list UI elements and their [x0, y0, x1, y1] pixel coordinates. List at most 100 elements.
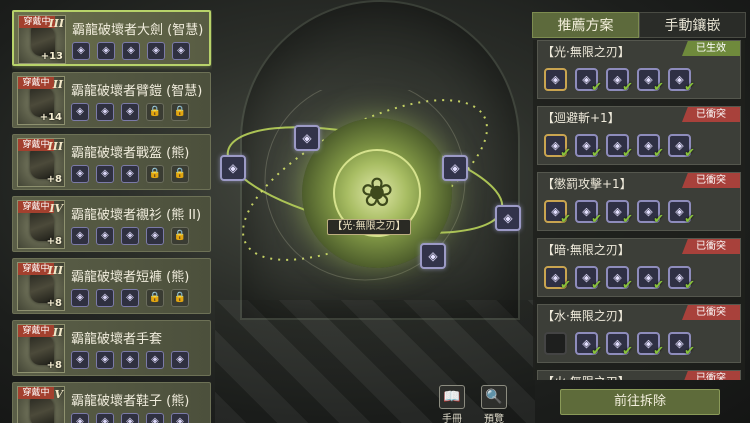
check-icon: ✔ — [622, 80, 633, 95]
equipped-tag: 穿戴中 — [18, 325, 54, 337]
gem-icon[interactable] — [544, 332, 567, 355]
check-icon: ✔ — [622, 212, 633, 227]
preview-label: 預覽 — [484, 414, 504, 423]
gem-icon[interactable]: ◈ ✔ — [637, 266, 664, 293]
check-icon: ✔ — [622, 278, 633, 293]
check-icon: ✔ — [653, 80, 664, 95]
gem-slot-icon: ◈ — [96, 165, 114, 183]
plan-gem-row: ◈ ✔ ◈ ✔ ◈ ✔ ◈ ✔ ◈ ✔ — [544, 134, 695, 161]
check-icon: ✔ — [622, 344, 633, 359]
handbook-button[interactable]: 📖 手冊 — [437, 385, 467, 423]
plan-list[interactable]: 【光·無限之刃】 已生效 ◈ ◈ ✔ ◈ ✔ ◈ ✔ ◈ ✔ 【迴避斬+1】 已衝突 ◈ ✔ ◈ ✔ ◈… — [533, 40, 745, 380]
plan-card[interactable]: 【迴避斬+1】 已衝突 ◈ ✔ ◈ ✔ ◈ ✔ ◈ ✔ ◈ ✔ — [537, 106, 741, 165]
plan-title: 【懲罰攻擊+1】 — [542, 177, 632, 191]
tier-numeral: III — [47, 140, 63, 153]
gem-icon[interactable]: ◈ ✔ — [606, 200, 633, 227]
enhance-level: +8 — [46, 360, 62, 371]
equipment-art-icon — [30, 397, 54, 423]
gem-icon[interactable]: ◈ ✔ — [575, 266, 602, 293]
locked-slot-icon: 🔒 — [171, 227, 189, 245]
tab-manual[interactable]: 手動鑲嵌 — [639, 12, 746, 38]
plan-gem-row: ◈ ✔ ◈ ✔ ◈ ✔ ◈ ✔ — [544, 332, 695, 359]
check-icon: ✔ — [560, 212, 571, 227]
equipment-name: 霸龍破壞者短褲 (熊) — [71, 270, 190, 285]
enhance-level: +8 — [46, 174, 62, 185]
gem-icon[interactable]: ◈ ✔ — [668, 68, 695, 95]
equipment-card[interactable]: 穿戴中 III +13 霸龍破壞者大劍 (智慧) ◈ ◈ ◈ ◈ ◈ — [12, 10, 211, 66]
plan-card[interactable]: 【光·無限之刃】 已生效 ◈ ◈ ✔ ◈ ✔ ◈ ✔ ◈ ✔ — [537, 40, 741, 99]
go-remove-button[interactable]: 前往拆除 — [560, 389, 720, 415]
gem-icon[interactable]: ◈ ✔ — [606, 332, 633, 359]
orbit-gem-slot-5[interactable]: ◈ — [420, 243, 446, 269]
gem-icon[interactable]: ◈ ✔ — [668, 266, 695, 293]
gem-icon[interactable]: ◈ ✔ — [575, 200, 602, 227]
gem-icon[interactable]: ◈ — [544, 68, 567, 91]
gem-slot-icon: ◈ — [172, 42, 190, 60]
gem-icon[interactable]: ◈ ✔ — [668, 200, 695, 227]
gem-icon[interactable]: ◈ ✔ — [637, 134, 664, 161]
gem-slot-icon: ◈ — [96, 103, 114, 121]
equipment-card[interactable]: 穿戴中 III +8 霸龍破壞者短褲 (熊) ◈ ◈ ◈ 🔒 🔒 — [12, 258, 211, 314]
gem-icon[interactable]: ◈ ✔ — [637, 332, 664, 359]
gem-slot-row: ◈ ◈ ◈ 🔒 🔒 — [71, 165, 189, 183]
plan-status-badge: 已生效 — [682, 41, 740, 56]
gem-slot-row: ◈ ◈ ◈ ◈ 🔒 — [71, 227, 189, 245]
enhance-level: +14 — [39, 112, 62, 123]
orbit-gem-slot-4[interactable]: ◈ — [495, 205, 521, 231]
equipment-card[interactable]: 穿戴中 II +8 霸龍破壞者手套 ◈ ◈ ◈ ◈ ◈ — [12, 320, 211, 376]
book-icon: 📖 — [439, 385, 465, 409]
equipment-thumbnail: 穿戴中 V — [17, 386, 65, 423]
equipment-card[interactable]: 穿戴中 IV +8 霸龍破壞者襯衫 (熊 II) ◈ ◈ ◈ ◈ 🔒 — [12, 196, 211, 252]
plan-status-badge: 已衝突 — [682, 107, 740, 122]
plan-title: 【火·無限之刃】 — [542, 373, 630, 380]
plan-gem-row: ◈ ✔ ◈ ✔ ◈ ✔ ◈ ✔ ◈ ✔ — [544, 266, 695, 293]
gem-slot-icon: ◈ — [121, 165, 139, 183]
gem-icon[interactable]: ◈ ✔ — [575, 332, 602, 359]
gem-slot-icon: ◈ — [146, 413, 164, 423]
gem-icon[interactable]: ◈ ✔ — [544, 266, 571, 293]
equipment-card[interactable]: 穿戴中 V 霸龍破壞者鞋子 (熊) ◈ ◈ ◈ ◈ ◈ — [12, 382, 211, 423]
locked-slot-icon: 🔒 — [146, 165, 164, 183]
gem-slot-icon: ◈ — [146, 227, 164, 245]
preview-button[interactable]: 🔍 預覽 — [479, 385, 509, 423]
gem-icon[interactable]: ◈ ✔ — [544, 134, 571, 161]
plan-card[interactable]: 【懲罰攻擊+1】 已衝突 ◈ ✔ ◈ ✔ ◈ ✔ ◈ ✔ ◈ ✔ — [537, 172, 741, 231]
gem-icon[interactable]: ◈ ✔ — [575, 134, 602, 161]
check-icon: ✔ — [684, 278, 695, 293]
equipment-card[interactable]: 穿戴中 II +14 霸龍破壞者臂鎧 (智慧) ◈ ◈ ◈ 🔒 🔒 — [12, 72, 211, 128]
gem-icon[interactable]: ◈ ✔ — [668, 332, 695, 359]
plan-title: 【光·無限之刃】 — [542, 45, 630, 59]
gem-icon[interactable]: ◈ ✔ — [637, 68, 664, 95]
check-icon: ✔ — [653, 278, 664, 293]
gem-slot-row: ◈ ◈ ◈ ◈ ◈ — [72, 42, 190, 60]
check-icon: ✔ — [591, 212, 602, 227]
equipment-name: 霸龍破壞者戰盔 (熊) — [71, 146, 190, 161]
plan-card[interactable]: 【暗·無限之刃】 已衝突 ◈ ✔ ◈ ✔ ◈ ✔ ◈ ✔ ◈ ✔ — [537, 238, 741, 297]
gem-icon[interactable]: ◈ ✔ — [606, 68, 633, 95]
equipment-list[interactable]: 穿戴中 III +13 霸龍破壞者大劍 (智慧) ◈ ◈ ◈ ◈ ◈ 穿戴中 II +1… — [12, 10, 212, 423]
equipment-name: 霸龍破壞者襯衫 (熊 II) — [71, 208, 202, 223]
gem-icon[interactable]: ◈ ✔ — [606, 134, 633, 161]
gem-icon[interactable]: ◈ ✔ — [637, 200, 664, 227]
plan-tabs: 推薦方案 手動鑲嵌 — [532, 12, 746, 38]
tier-numeral: III — [47, 264, 63, 277]
gem-slot-icon: ◈ — [121, 227, 139, 245]
gem-slot-icon: ◈ — [171, 413, 189, 423]
plan-card[interactable]: 【水·無限之刃】 已衝突 ◈ ✔ ◈ ✔ ◈ ✔ ◈ ✔ — [537, 304, 741, 363]
orbit-gem-slot-3[interactable]: ◈ — [442, 155, 468, 181]
locked-slot-icon: 🔒 — [171, 165, 189, 183]
orbit-gem-slot-1[interactable]: ◈ — [220, 155, 246, 181]
check-icon: ✔ — [684, 80, 695, 95]
gem-icon[interactable]: ◈ ✔ — [544, 200, 571, 227]
gem-slot-icon: ◈ — [71, 103, 89, 121]
equipment-card[interactable]: 穿戴中 III +8 霸龍破壞者戰盔 (熊) ◈ ◈ ◈ 🔒 🔒 — [12, 134, 211, 190]
plan-status-badge: 已衝突 — [682, 305, 740, 320]
locked-slot-icon: 🔒 — [171, 103, 189, 121]
orbit-gem-slot-2[interactable]: ◈ — [294, 125, 320, 151]
gem-icon[interactable]: ◈ ✔ — [606, 266, 633, 293]
gem-icon[interactable]: ◈ ✔ — [668, 134, 695, 161]
plan-card[interactable]: 【火·無限之刃】 已衝突 ◈✔◈✔◈✔◈✔◈✔ — [537, 370, 741, 380]
gem-icon[interactable]: ◈ ✔ — [575, 68, 602, 95]
check-icon: ✔ — [591, 80, 602, 95]
tab-recommended[interactable]: 推薦方案 — [532, 12, 639, 38]
